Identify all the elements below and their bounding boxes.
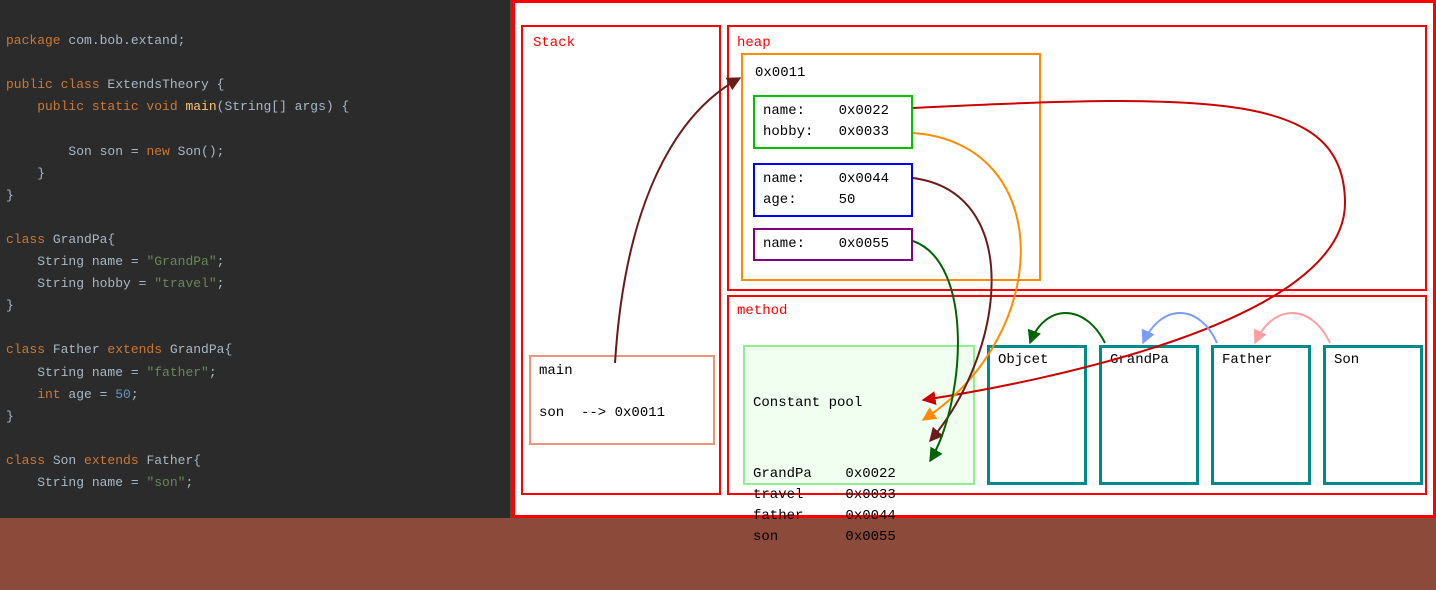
- kw-package: package: [6, 33, 68, 48]
- semi: ;: [217, 276, 225, 291]
- str: "travel": [154, 276, 216, 291]
- str: "son": [146, 475, 185, 490]
- field: String name =: [6, 254, 146, 269]
- class-object: Objcet: [987, 345, 1087, 485]
- field: age =: [68, 387, 115, 402]
- num: 50: [115, 387, 131, 402]
- kw-int: int: [6, 387, 68, 402]
- kw-class: public class: [6, 77, 107, 92]
- constant-pool-title: Constant pool: [753, 393, 965, 414]
- kw-method-sig: public static void: [6, 99, 185, 114]
- class-grandpa: GrandPa: [1099, 345, 1199, 485]
- constant-pool-body: GrandPa 0x0022 travel 0x0033 father 0x00…: [753, 464, 965, 548]
- pkg-name: com.bob.extand;: [68, 33, 185, 48]
- class-father: Father: [1211, 345, 1311, 485]
- class-son: Son: [1323, 345, 1423, 485]
- cls-son: Son: [53, 453, 84, 468]
- field: String name =: [6, 475, 146, 490]
- semi: ;: [209, 365, 217, 380]
- field: String hobby =: [6, 276, 154, 291]
- stack-frame-main: main son --> 0x0011: [529, 355, 715, 445]
- code-editor: package com.bob.extand; public class Ext…: [0, 0, 512, 518]
- kw-extends: extends: [107, 342, 169, 357]
- grandpa-slot: name: 0x0022 hobby: 0x0033: [753, 95, 913, 149]
- str: "GrandPa": [146, 254, 216, 269]
- constant-pool: Constant pool GrandPa 0x0022 travel 0x00…: [743, 345, 975, 485]
- brace: }: [6, 409, 14, 424]
- father-slot: name: 0x0044 age: 50: [753, 163, 913, 217]
- cls-father: Father: [53, 342, 108, 357]
- kw-class: class: [6, 232, 53, 247]
- main-args: (String[] args) {: [217, 99, 350, 114]
- cls-grandpa: GrandPa{: [53, 232, 115, 247]
- ctor: Son();: [178, 144, 225, 159]
- brace: }: [6, 166, 45, 181]
- super: GrandPa{: [170, 342, 232, 357]
- semi: ;: [131, 387, 139, 402]
- kw-new: new: [146, 144, 177, 159]
- heap-address: 0x0011: [755, 65, 805, 81]
- kw-extends: extends: [84, 453, 146, 468]
- son-slot: name: 0x0055: [753, 228, 913, 261]
- cls-name: ExtendsTheory {: [107, 77, 224, 92]
- brace: }: [6, 188, 14, 203]
- semi: ;: [185, 475, 193, 490]
- field: String name =: [6, 365, 146, 380]
- semi: ;: [217, 254, 225, 269]
- str: "father": [146, 365, 208, 380]
- brace: }: [6, 298, 14, 313]
- memory-diagram: Stack heap method 0x0011 name: 0x0022 ho…: [512, 0, 1436, 518]
- super: Father{: [146, 453, 201, 468]
- kw-class: class: [6, 342, 53, 357]
- stmt: Son son =: [6, 144, 146, 159]
- kw-class: class: [6, 453, 53, 468]
- fn-main: main: [185, 99, 216, 114]
